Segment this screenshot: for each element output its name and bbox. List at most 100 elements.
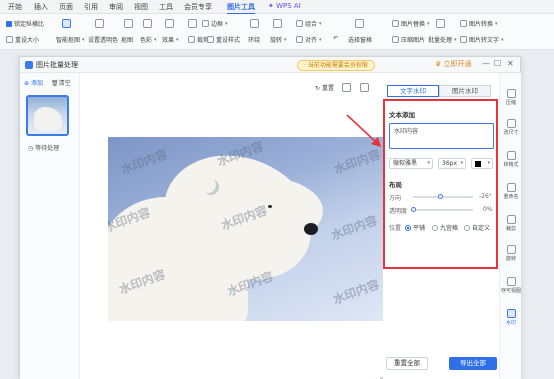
font-size-select[interactable]: 36px ▾ <box>438 158 466 169</box>
reset-all-button[interactable]: 重置全部 <box>386 357 428 370</box>
resize-icon <box>506 119 516 128</box>
effect-icon-btn[interactable] <box>165 19 174 28</box>
effect-button[interactable]: 效果 ▾ <box>162 35 179 45</box>
dialog-titlebar: 图片批量处理 · 当前功能需要会员权限 ♛ 立即开通 — ☐ ✕ <box>20 57 520 73</box>
image-convert-button[interactable]: 图片转换 ▾ <box>460 19 498 28</box>
cutout-tool-icon <box>124 19 133 28</box>
wrap-button[interactable]: 环绕 <box>248 35 260 44</box>
rotate-button[interactable]: 旋转 ▾ <box>270 35 287 45</box>
menu-review[interactable]: 审阅 <box>109 2 123 12</box>
more-icon-1[interactable] <box>188 19 197 28</box>
sidebar-item-format[interactable]: 转格式 <box>500 151 522 168</box>
menu-reference[interactable]: 引用 <box>84 2 98 12</box>
chevron-down-icon: ▾ <box>427 160 430 166</box>
grid-view-icon[interactable] <box>360 83 369 92</box>
compress-icon <box>506 89 516 98</box>
menu-page[interactable]: 页面 <box>59 2 73 12</box>
image-view-icon[interactable] <box>342 83 351 92</box>
annotation-arrow <box>346 114 381 147</box>
position-custom-radio[interactable]: 自定义 <box>464 223 490 232</box>
position-label: 位置 <box>389 225 402 232</box>
add-image-button[interactable]: ⊕ 添加 <box>24 78 43 87</box>
tab-image-watermark[interactable]: 图片水印 <box>439 85 491 97</box>
close-icon[interactable]: ✕ <box>507 59 514 68</box>
menu-member[interactable]: 会员专享 <box>184 2 212 12</box>
smart-cutout-button[interactable] <box>62 19 71 28</box>
open-vip-link[interactable]: ♛ 立即开通 <box>435 59 472 69</box>
rotate-icon-btn[interactable] <box>273 19 282 28</box>
rename-icon <box>506 183 516 192</box>
batch-process-button[interactable]: 批量处理 ▾ <box>428 35 457 45</box>
menu-start[interactable]: 开始 <box>8 2 22 12</box>
watermark-text-input[interactable]: 水印内容 <box>389 123 494 149</box>
sidebar-item-save-view[interactable]: 存可视图 <box>500 277 522 294</box>
group-button[interactable]: 组合 ▾ <box>296 19 322 28</box>
sidebar-item-watermark[interactable]: 水印 <box>500 309 522 326</box>
clear-list-button[interactable]: 🗑清空 <box>51 78 71 87</box>
menu-picture-tools[interactable]: 图片工具 <box>227 2 255 15</box>
tab-text-watermark[interactable]: 文字水印 <box>387 85 439 97</box>
chevron-down-icon: ▾ <box>319 20 322 27</box>
batch-icon-btn[interactable] <box>436 19 445 28</box>
maximize-icon[interactable]: ☐ <box>494 59 501 68</box>
direction-slider[interactable] <box>413 196 473 198</box>
watermark-text: 水印内容 <box>119 147 170 177</box>
align-button[interactable]: 对齐 ▾ <box>296 35 322 44</box>
sidebar-item-rename[interactable]: 重命名 <box>500 183 522 200</box>
transparent-color-button[interactable]: 设置透明色 <box>88 35 118 44</box>
menu-tools[interactable]: 工具 <box>159 2 173 12</box>
direction-slider-knob[interactable] <box>437 194 443 199</box>
crop-icon <box>506 215 516 224</box>
border-button[interactable]: 边框 ▾ <box>202 19 228 28</box>
opacity-slider[interactable] <box>413 209 473 211</box>
replace-image-button[interactable]: 图片替换 ▾ <box>392 19 430 28</box>
sidebar-item-rotate[interactable]: 旋转 <box>500 245 522 262</box>
sidebar-item-resize[interactable]: 改尺寸 <box>500 119 522 136</box>
reset-size-button[interactable]: 重设大小 <box>6 35 39 44</box>
font-color-select[interactable]: ▾ <box>471 158 493 169</box>
cutout-icon-btn[interactable] <box>124 19 133 28</box>
watermark-icon <box>506 309 516 318</box>
reset-style-button[interactable]: 重设样式 <box>207 35 240 44</box>
position-tile-radio[interactable]: 平铺 <box>405 223 425 232</box>
thumbnail-status: ◷ 等待处理 <box>28 143 59 152</box>
transparent-color-icon-btn[interactable] <box>95 19 104 28</box>
reset-preview-button[interactable]: ↻ 重置 <box>315 83 334 92</box>
bear-nose <box>304 223 318 235</box>
ocr-icon <box>460 36 467 43</box>
batch-process-label: 批量处理 <box>428 37 453 44</box>
smart-cutout-label-btn[interactable]: 智能抠图 ▾ <box>56 35 85 45</box>
image-thumbnail[interactable] <box>26 95 69 136</box>
menu-view[interactable]: 视图 <box>134 2 148 12</box>
wps-ai-label: WPS AI <box>276 2 301 10</box>
selection-pane-button[interactable]: 选择窗格 <box>348 35 372 44</box>
bear-ear <box>203 179 219 195</box>
font-select[interactable]: 微软雅黑 ▾ <box>389 158 433 169</box>
export-all-button[interactable]: 导出全部 <box>449 357 497 370</box>
menu-wps-ai[interactable]: ✦ WPS AI <box>268 2 301 10</box>
wrap-icon-btn[interactable] <box>250 19 259 28</box>
crop-button[interactable]: 裁剪 <box>188 35 209 44</box>
sidebar-item-crop[interactable]: 裁剪 <box>500 215 522 232</box>
image-to-text-button[interactable]: 图片转文字 ▾ <box>460 35 504 44</box>
undo-icon[interactable]: ↶ <box>333 35 338 42</box>
watermark-text: 水印内容 <box>329 213 380 243</box>
compress-image-button[interactable]: 压缩图片 <box>392 35 425 44</box>
replace-image-icon <box>392 20 399 27</box>
opacity-value: 0% <box>483 206 493 213</box>
color-icon-btn[interactable] <box>143 19 152 28</box>
palette-icon <box>143 19 152 28</box>
selection-pane-icon-btn[interactable] <box>355 19 364 28</box>
opacity-slider-knob[interactable] <box>410 207 416 212</box>
menu-insert[interactable]: 插入 <box>34 2 48 12</box>
position-grid-radio[interactable]: 九宫格 <box>432 223 458 232</box>
sidebar-item-compress[interactable]: 压缩 <box>500 89 522 106</box>
chevron-down-icon: ▾ <box>82 36 85 43</box>
minimize-icon[interactable]: — <box>482 59 490 68</box>
cutout-button[interactable]: 抠图 <box>121 35 133 44</box>
crown-icon: ♛ <box>435 60 442 68</box>
lock-ratio-checkbox[interactable]: 锁定纵横比 <box>6 19 44 28</box>
app-logo-icon <box>25 61 33 69</box>
chevron-down-icon: ▾ <box>454 36 457 43</box>
color-button[interactable]: 色彩 ▾ <box>140 35 157 45</box>
